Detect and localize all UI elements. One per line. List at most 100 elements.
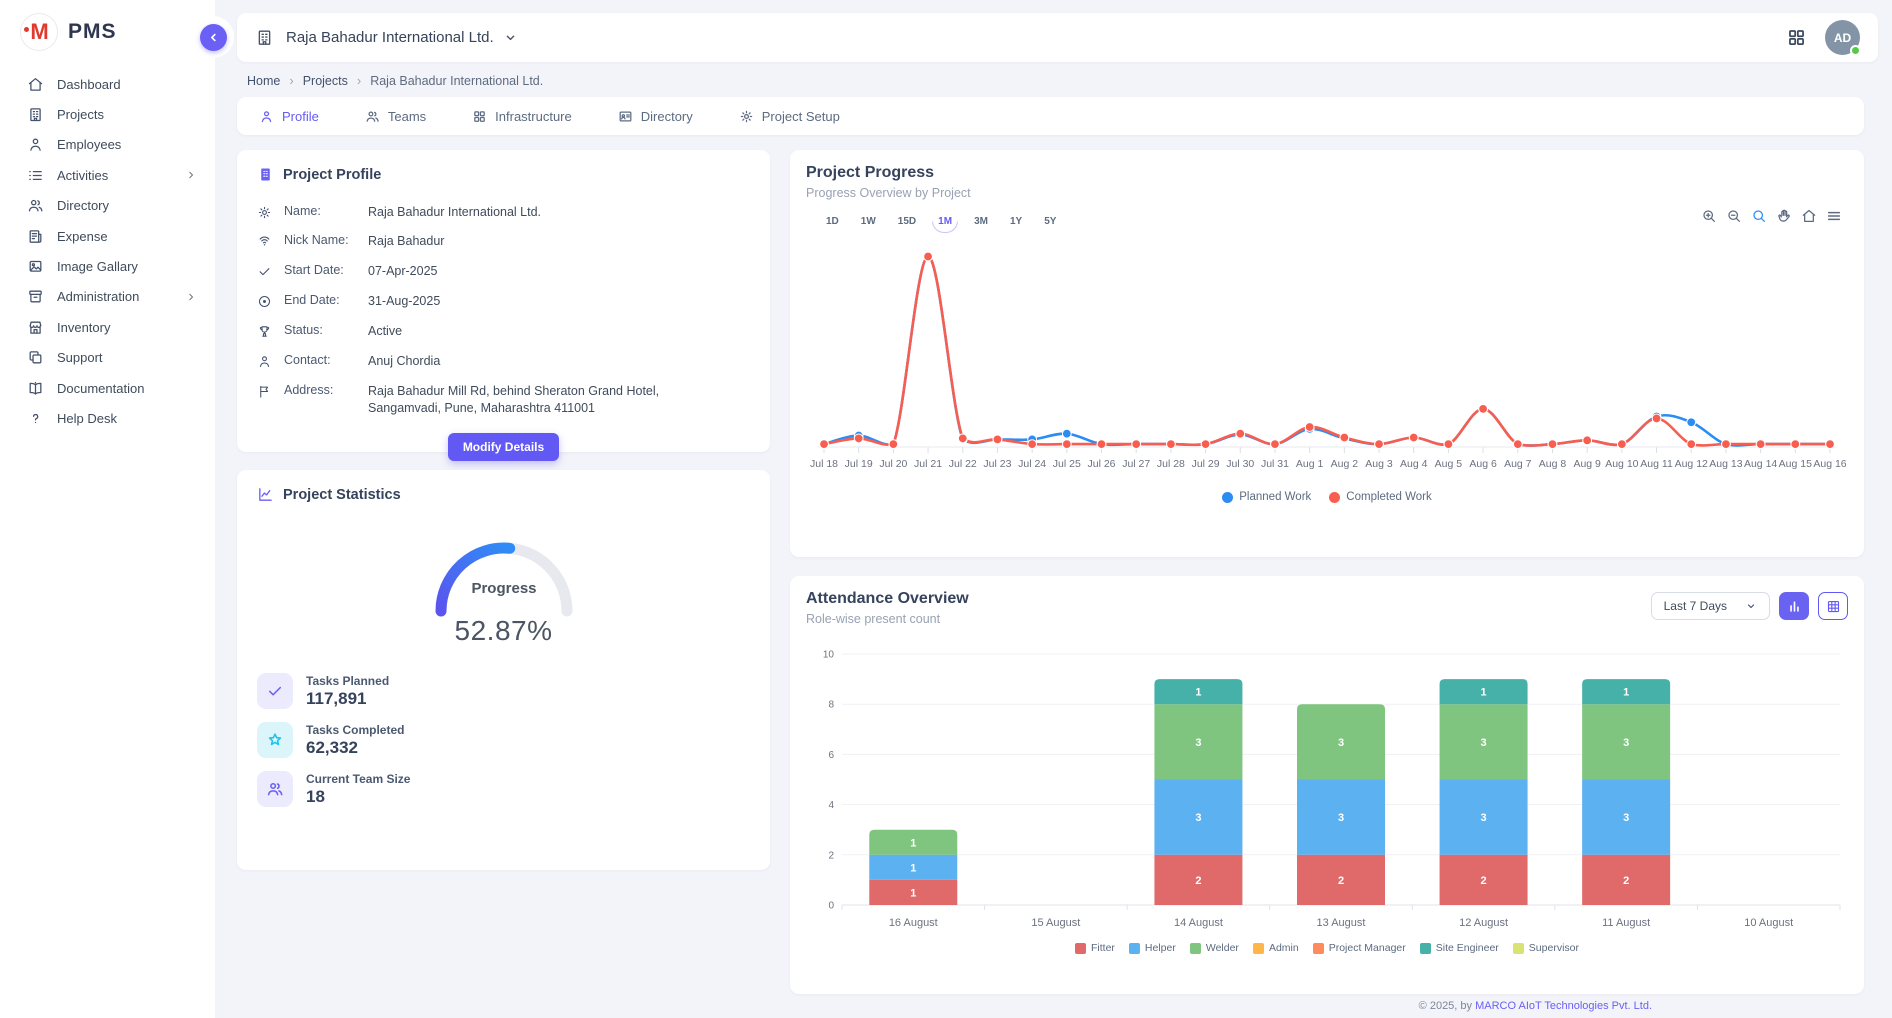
project-progress-card: Project Progress Progress Overview by Pr… [790, 150, 1864, 557]
legend-label: Planned Work [1239, 491, 1311, 503]
sidebar-item-label: Directory [57, 198, 109, 213]
legend-item-site-engineer[interactable]: Site Engineer [1420, 942, 1499, 954]
svg-text:Jul 23: Jul 23 [983, 458, 1011, 470]
chevron-right-icon [185, 169, 197, 181]
svg-text:8: 8 [828, 700, 834, 711]
range-button-1y[interactable]: 1Y [1002, 212, 1030, 231]
sidebar-item-administration[interactable]: Administration [0, 282, 215, 312]
legend-item-project-manager[interactable]: Project Manager [1313, 942, 1406, 954]
apps-grid-icon[interactable] [1786, 27, 1807, 48]
footer-text: © 2025, by [1419, 1000, 1475, 1012]
sidebar-item-label: Inventory [57, 320, 110, 335]
sidebar-collapse-button[interactable] [200, 24, 227, 51]
svg-text:3: 3 [1195, 812, 1201, 824]
sidebar-item-label: Dashboard [57, 77, 121, 92]
range-button-1w[interactable]: 1W [853, 212, 884, 231]
progress-gauge: Progress 52.87% [257, 521, 750, 647]
image-icon [27, 258, 44, 275]
modify-details-button[interactable]: Modify Details [448, 433, 559, 461]
legend-item-helper[interactable]: Helper [1129, 942, 1176, 954]
gear-icon [257, 205, 272, 220]
stat-row: Current Team Size18 [257, 771, 750, 807]
svg-text:3: 3 [1623, 812, 1629, 824]
app-logo[interactable]: M PMS [0, 0, 215, 61]
people-stat-icon [257, 771, 293, 807]
broadcast-icon [257, 234, 272, 249]
gauge-arc: Progress [419, 521, 589, 617]
chevron-down-icon[interactable] [503, 30, 518, 45]
legend-dot-icon [1329, 492, 1340, 503]
tab-directory[interactable]: Directory [618, 97, 693, 135]
legend-item-admin[interactable]: Admin [1253, 942, 1299, 954]
check-icon [266, 682, 284, 700]
footer-company-link[interactable]: MARCO AIoT Technologies Pvt. Ltd. [1475, 1000, 1652, 1012]
sidebar-item-documentation[interactable]: Documentation [0, 373, 215, 403]
top-header: Raja Bahadur International Ltd. AD [237, 13, 1878, 62]
tab-infrastructure[interactable]: Infrastructure [472, 97, 572, 135]
attendance-overview-card: Attendance Overview Role-wise present co… [790, 576, 1864, 994]
legend-item-completed-work[interactable]: Completed Work [1329, 491, 1431, 503]
home-icon [27, 76, 44, 93]
toolbar-hand-icon[interactable] [1776, 208, 1792, 224]
breadcrumb-item[interactable]: Projects [303, 74, 348, 88]
svg-text:Aug 9: Aug 9 [1573, 458, 1601, 470]
attendance-bar-chart[interactable]: 024681011116 August15 August233114 Augus… [806, 640, 1848, 936]
sidebar-item-dashboard[interactable]: Dashboard [0, 69, 215, 99]
tab-profile[interactable]: Profile [259, 97, 319, 135]
svg-text:Aug 3: Aug 3 [1365, 458, 1393, 470]
building-icon [255, 28, 274, 47]
sidebar-item-image-gallary[interactable]: Image Gallary [0, 251, 215, 281]
svg-text:Jul 31: Jul 31 [1261, 458, 1289, 470]
legend-item-planned-work[interactable]: Planned Work [1222, 491, 1311, 503]
building-filled-icon [257, 166, 274, 183]
range-button-15d[interactable]: 15D [890, 212, 924, 231]
tab-project-setup[interactable]: Project Setup [739, 97, 840, 135]
card-title: Project Profile [283, 167, 381, 183]
chart-line-icon [257, 486, 274, 503]
trophy-icon [257, 324, 272, 339]
sidebar-item-label: Projects [57, 107, 104, 122]
stat-label: Current Team Size [306, 772, 410, 786]
toolbar-zoomin-icon[interactable] [1701, 208, 1717, 224]
field-label: Name: [284, 204, 356, 218]
person-icon [257, 354, 272, 369]
gauge-value: 52.87% [455, 615, 553, 647]
legend-item-supervisor[interactable]: Supervisor [1513, 942, 1579, 954]
table-grid-icon [1826, 599, 1841, 614]
profile-field-row: Status:Active [257, 317, 750, 347]
range-button-5y[interactable]: 5Y [1036, 212, 1064, 231]
toolbar-zoomout-icon[interactable] [1726, 208, 1742, 224]
breadcrumb-item[interactable]: Home [247, 74, 280, 88]
period-select[interactable]: Last 7 Days [1651, 592, 1770, 620]
sidebar-item-activities[interactable]: Activities [0, 160, 215, 190]
table-view-button[interactable] [1818, 592, 1848, 620]
legend-item-welder[interactable]: Welder [1190, 942, 1239, 954]
archive-icon [27, 288, 44, 305]
sidebar-item-expense[interactable]: Expense [0, 221, 215, 251]
chart-view-button[interactable] [1779, 592, 1809, 620]
tab-teams[interactable]: Teams [365, 97, 426, 135]
tab-label: Profile [282, 109, 319, 124]
range-button-1d[interactable]: 1D [818, 212, 847, 231]
sidebar-item-support[interactable]: Support [0, 343, 215, 373]
svg-text:1: 1 [1623, 687, 1629, 699]
bar-chart-icon [1787, 599, 1802, 614]
toolbar-menu-icon[interactable] [1826, 208, 1842, 224]
breadcrumb-separator-icon: › [289, 73, 293, 88]
sidebar-item-directory[interactable]: Directory [0, 191, 215, 221]
range-button-1m[interactable]: 1M [930, 212, 960, 231]
range-button-3m[interactable]: 3M [966, 212, 996, 231]
svg-text:Jul 30: Jul 30 [1226, 458, 1254, 470]
chevron-left-icon [207, 31, 220, 44]
sidebar-item-help-desk[interactable]: Help Desk [0, 403, 215, 433]
sidebar-item-employees[interactable]: Employees [0, 130, 215, 160]
legend-item-fitter[interactable]: Fitter [1075, 942, 1115, 954]
toolbar-home-icon[interactable] [1801, 208, 1817, 224]
progress-line-chart[interactable]: Jul 18Jul 19Jul 20Jul 21Jul 22Jul 23Jul … [806, 231, 1848, 487]
toolbar-search-icon[interactable] [1751, 208, 1767, 224]
sidebar-item-projects[interactable]: Projects [0, 99, 215, 129]
sidebar-item-inventory[interactable]: Inventory [0, 312, 215, 342]
copies-icon [27, 349, 44, 366]
avatar[interactable]: AD [1825, 20, 1860, 55]
sidebar-item-label: Support [57, 350, 103, 365]
